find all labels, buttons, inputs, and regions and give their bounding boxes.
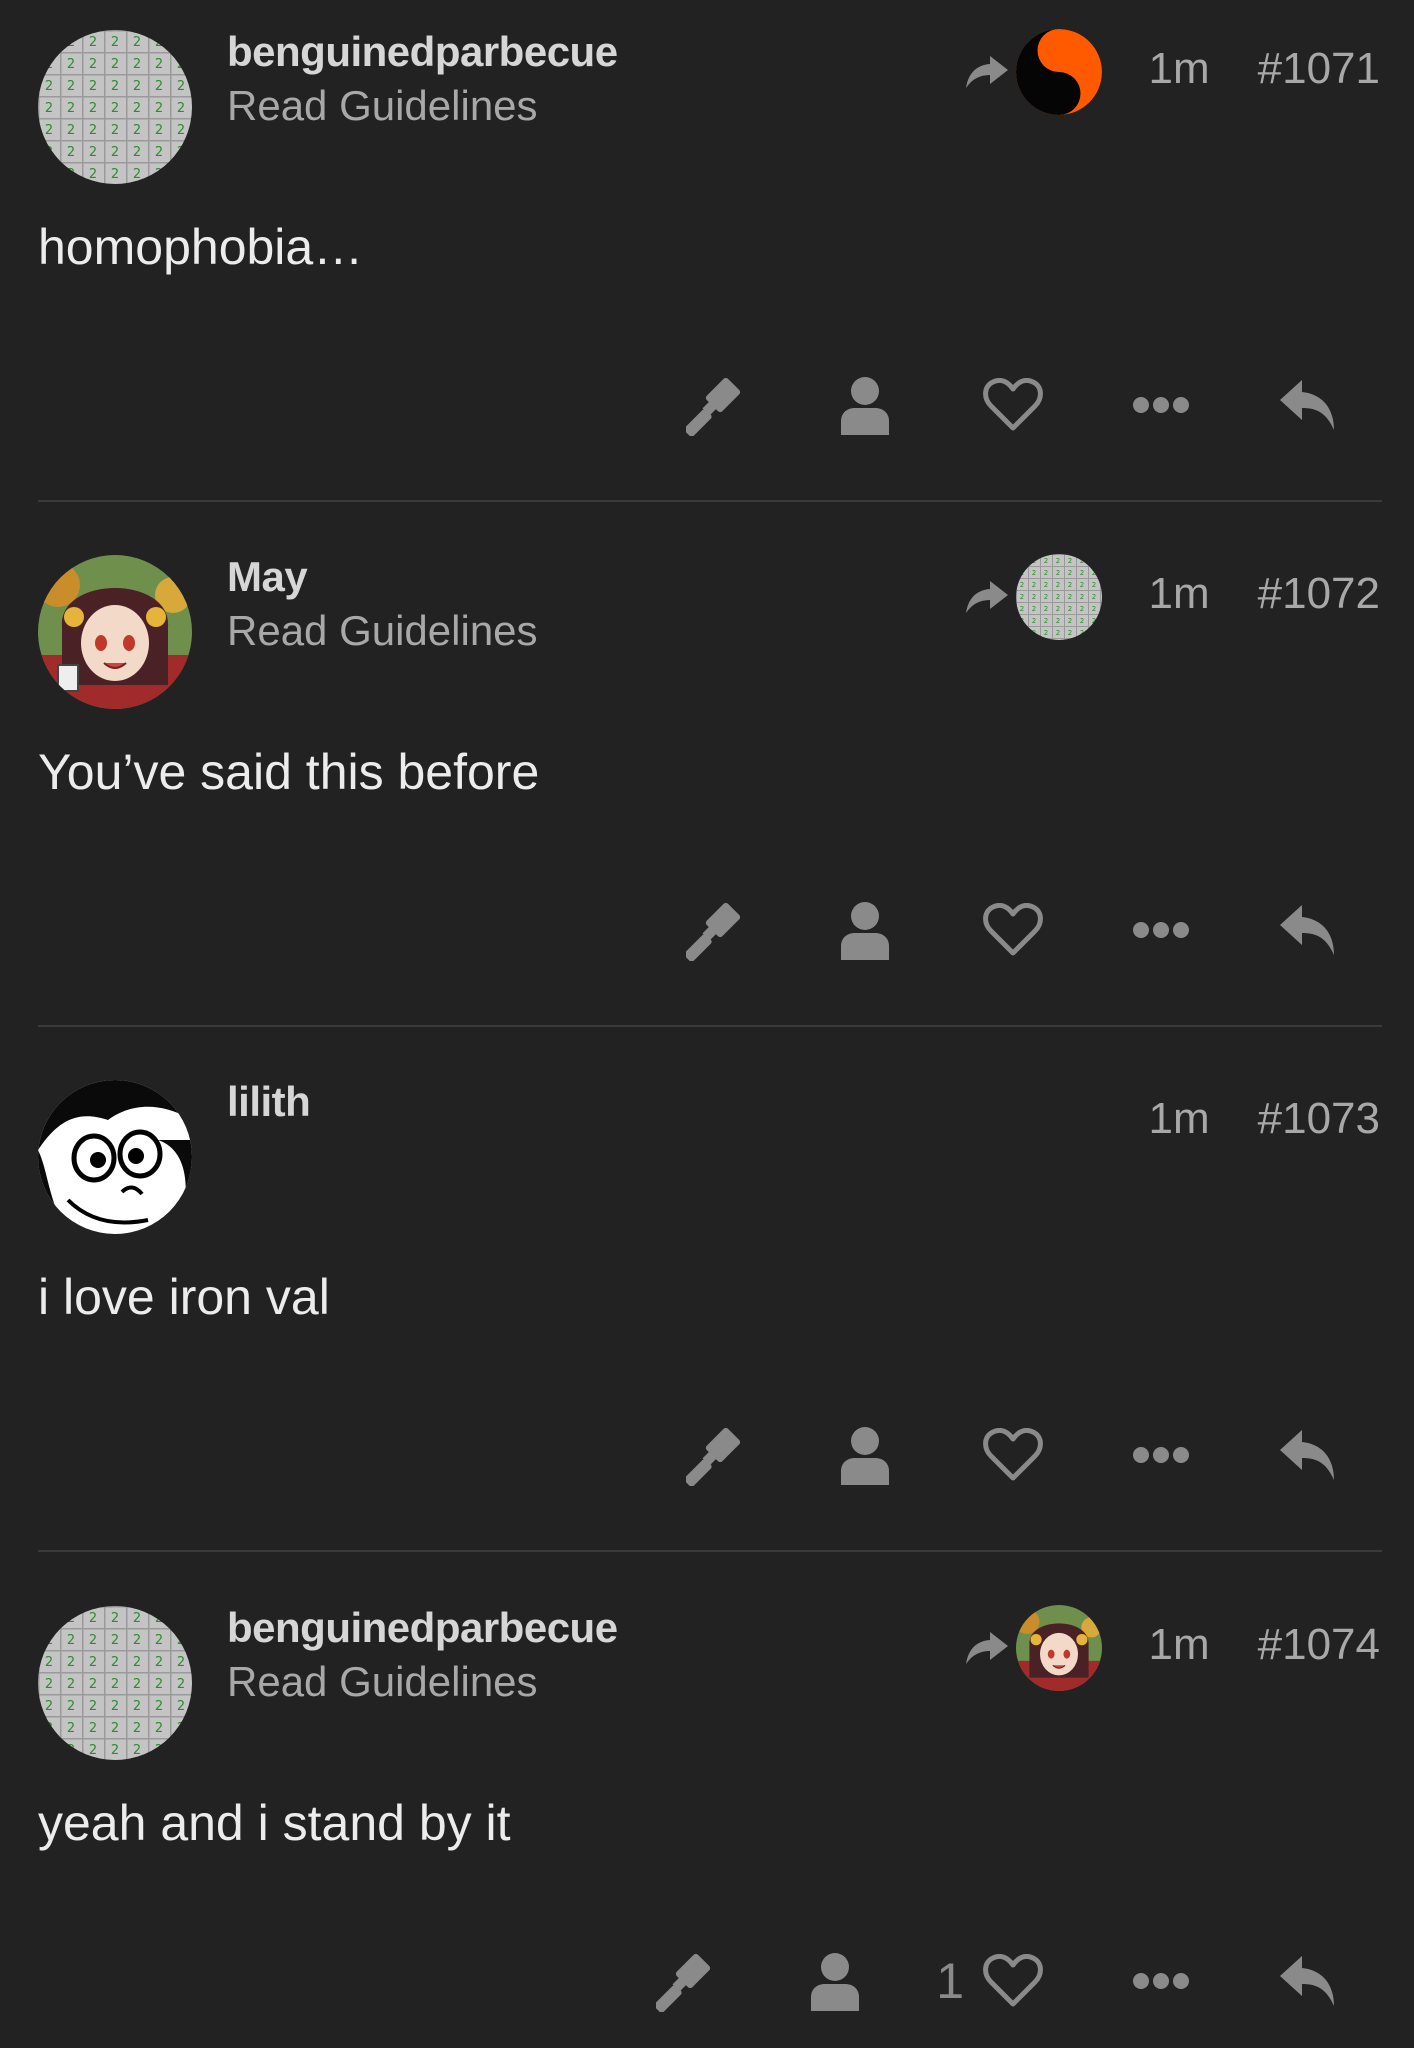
gavel-icon[interactable] [682, 895, 752, 965]
post-age[interactable]: 1m [1149, 1620, 1210, 1670]
minesweeper-grid-avatar [1016, 554, 1102, 640]
cartoon-face-avatar[interactable] [38, 1080, 192, 1234]
anime-girl-avatar[interactable] [38, 555, 192, 709]
user-title: Read Guidelines [227, 1658, 538, 1705]
reply-icon[interactable] [1274, 895, 1344, 965]
post-age[interactable]: 1m [1149, 44, 1210, 94]
anime-girl-avatar [1016, 1605, 1102, 1691]
user-icon[interactable] [830, 370, 900, 440]
more-icon[interactable] [1126, 895, 1196, 965]
username[interactable]: benguinedparbecue [227, 1604, 618, 1652]
post-actions: 1 [652, 1946, 1344, 2016]
username[interactable]: benguinedparbecue [227, 28, 618, 76]
user-title: Read Guidelines [227, 82, 538, 129]
reply-icon[interactable] [1274, 1946, 1344, 2016]
user-title: Read Guidelines [227, 607, 538, 654]
reply-to-indicator[interactable] [962, 28, 1102, 116]
post-divider [38, 1025, 1382, 1027]
user-icon[interactable] [830, 895, 900, 965]
heart-icon[interactable] [978, 1420, 1048, 1490]
post-actions [682, 1420, 1344, 1490]
reply-to-indicator[interactable] [962, 1604, 1102, 1692]
gavel-icon[interactable] [682, 370, 752, 440]
post-divider [38, 1550, 1382, 1552]
post-number[interactable]: #1071 [1258, 44, 1380, 94]
minesweeper-grid-avatar[interactable] [38, 1606, 192, 1760]
user-icon[interactable] [830, 1420, 900, 1490]
username[interactable]: lilith [227, 1078, 311, 1126]
post-body: i love iron val [38, 1269, 330, 1325]
post-age[interactable]: 1m [1149, 1094, 1210, 1144]
heart-icon[interactable] [978, 1946, 1048, 2016]
post-body: yeah and i stand by it [38, 1795, 511, 1851]
post-body: homophobia… [38, 219, 364, 275]
username[interactable]: May [227, 553, 308, 601]
post-divider [38, 500, 1382, 502]
post-actions [682, 895, 1344, 965]
reply-icon[interactable] [1274, 1420, 1344, 1490]
user-icon[interactable] [800, 1946, 870, 2016]
gavel-icon[interactable] [682, 1420, 752, 1490]
post-meta: 1m #1071 [1149, 44, 1380, 94]
more-icon[interactable] [1126, 370, 1196, 440]
share-arrow-icon [962, 1628, 1010, 1668]
post-actions [682, 370, 1344, 440]
post-meta: 1m #1072 [1149, 569, 1380, 619]
heart-icon[interactable] [978, 895, 1048, 965]
share-arrow-icon [962, 52, 1010, 92]
yin-yang-avatar [1016, 29, 1102, 115]
like-count[interactable]: 1 [936, 1952, 964, 2010]
post-body: You’ve said this before [38, 744, 540, 800]
reply-to-indicator[interactable] [962, 553, 1102, 641]
share-arrow-icon [962, 577, 1010, 617]
reply-icon[interactable] [1274, 370, 1344, 440]
post-number[interactable]: #1074 [1258, 1620, 1380, 1670]
gavel-icon[interactable] [652, 1946, 722, 2016]
heart-icon[interactable] [978, 370, 1048, 440]
post-age[interactable]: 1m [1149, 569, 1210, 619]
post-meta: 1m #1074 [1149, 1620, 1380, 1670]
more-icon[interactable] [1126, 1420, 1196, 1490]
more-icon[interactable] [1126, 1946, 1196, 2016]
minesweeper-grid-avatar[interactable] [38, 30, 192, 184]
post-meta: 1m #1073 [1149, 1094, 1380, 1144]
post-number[interactable]: #1073 [1258, 1094, 1380, 1144]
like-group[interactable]: 1 [936, 1946, 1048, 2016]
post-number[interactable]: #1072 [1258, 569, 1380, 619]
